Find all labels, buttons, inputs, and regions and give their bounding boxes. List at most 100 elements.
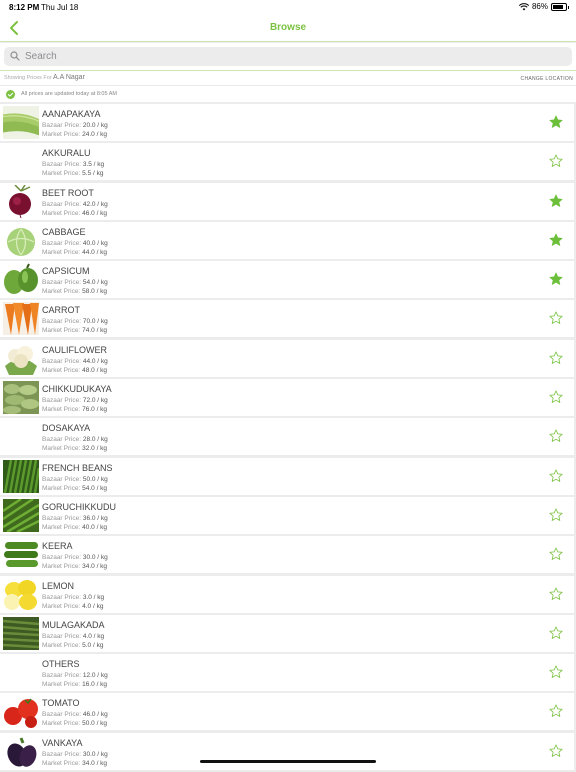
market-price: Market Price: 4.0 / kg	[42, 603, 103, 610]
bazaar-price-label: Bazaar Price:	[42, 475, 82, 483]
star-outline-icon[interactable]	[549, 704, 563, 718]
cabbage-image	[3, 223, 39, 257]
drumstick-image	[3, 616, 39, 650]
cauliflower-image	[3, 341, 39, 375]
bazaar-price: Bazaar Price: 72.0 / kg	[42, 397, 108, 404]
market-price: Market Price: 48.0 / kg	[42, 367, 107, 374]
item-name: CAULIFLOWER	[42, 344, 108, 355]
bazaar-price-label: Bazaar Price:	[42, 318, 82, 326]
tomato-image	[3, 695, 39, 729]
star-outline-icon[interactable]	[549, 665, 563, 679]
star-outline-icon[interactable]	[549, 429, 563, 443]
list-item[interactable]: DOSAKAYA Bazaar Price: 28.0 / kg Market Pr…	[0, 418, 574, 456]
list-item[interactable]: GORUCHIKKUDU Bazaar Price: 36.0 / kg Marke…	[0, 496, 574, 534]
list-item[interactable]: CHIKKUDUKAYA Bazaar Price: 72.0 / kg Marke…	[0, 379, 574, 417]
market-price-label: Market Price:	[42, 170, 81, 178]
bazaar-price-label: Bazaar Price:	[42, 632, 82, 640]
change-location-button[interactable]: CHANGE LOCATION	[521, 76, 573, 82]
item-name: VANKAYA	[42, 737, 83, 748]
market-price: Market Price: 16.0 / kg	[42, 681, 107, 688]
star-outline-icon[interactable]	[549, 351, 563, 365]
star-filled-icon[interactable]	[549, 233, 563, 247]
market-price-label: Market Price:	[42, 209, 81, 217]
status-bar: 8:12 PM Thu Jul 18 86%	[0, 0, 576, 14]
broad-beans-image	[3, 381, 39, 415]
list-item[interactable]: FRENCH BEANS Bazaar Price: 50.0 / kg Marke…	[0, 457, 574, 495]
list-item[interactable]: BEET ROOT Bazaar Price: 42.0 / kg Market P…	[0, 182, 574, 220]
status-time: 8:12 PM	[9, 3, 40, 12]
market-price: Market Price: 58.0 / kg	[42, 288, 107, 295]
search-input[interactable]	[25, 49, 564, 64]
star-outline-icon[interactable]	[549, 626, 563, 640]
bazaar-price: Bazaar Price: 36.0 / kg	[42, 515, 108, 522]
update-banner: All prices are updated today at 8:05 AM	[0, 86, 576, 102]
wifi-icon	[518, 2, 529, 10]
market-price: Market Price: 5.5 / kg	[42, 170, 103, 177]
bazaar-price-label: Bazaar Price:	[42, 436, 82, 444]
star-outline-icon[interactable]	[549, 154, 563, 168]
location-name: A.A Nagar	[53, 74, 85, 81]
star-outline-icon[interactable]	[549, 547, 563, 561]
bazaar-price-value: 72.0 / kg	[82, 397, 108, 405]
location-row: Showing Prices For A.A Nagar CHANGE LOCA…	[0, 70, 576, 85]
update-text: All prices are updated today at 8:05 AM	[21, 91, 118, 97]
list-item[interactable]: VANKAYA Bazaar Price: 30.0 / kg Market Pri…	[0, 732, 574, 770]
star-filled-icon[interactable]	[549, 115, 563, 129]
bottle-gourd-image	[3, 106, 39, 139]
list-item[interactable]: LEMON Bazaar Price: 3.0 / kg Market Price:…	[0, 575, 574, 613]
market-price-value: 74.0 / kg	[82, 327, 108, 335]
list-item[interactable]: AKKURALU Bazaar Price: 3.5 / kg Market Pri…	[0, 143, 574, 181]
bazaar-price-value: 28.0 / kg	[82, 436, 108, 444]
bazaar-price: Bazaar Price: 3.0 / kg	[42, 594, 104, 601]
bazaar-price-value: 46.0 / kg	[82, 711, 108, 719]
list-item[interactable]: CABBAGE Bazaar Price: 40.0 / kg Market Pri…	[0, 221, 574, 259]
list-item[interactable]: OTHERS Bazaar Price: 12.0 / kg Market Pric…	[0, 654, 574, 692]
status-date: Thu Jul 18	[41, 3, 79, 12]
carrot-image	[3, 302, 39, 336]
search-box[interactable]	[4, 47, 572, 66]
bazaar-price: Bazaar Price: 20.0 / kg	[42, 122, 108, 129]
star-outline-icon[interactable]	[549, 311, 563, 325]
list-item[interactable]: TOMATO Bazaar Price: 46.0 / kg Market Pric…	[0, 693, 574, 731]
bazaar-price-value: 30.0 / kg	[82, 554, 108, 562]
list-item[interactable]: MULAGAKADA Bazaar Price: 4.0 / kg Market P…	[0, 614, 574, 652]
star-filled-icon[interactable]	[549, 194, 563, 208]
star-outline-icon[interactable]	[549, 390, 563, 404]
bazaar-price-label: Bazaar Price:	[42, 357, 82, 365]
bazaar-price-label: Bazaar Price:	[42, 672, 82, 680]
item-name: BEET ROOT	[42, 187, 94, 198]
star-outline-icon[interactable]	[549, 587, 563, 601]
star-outline-icon[interactable]	[549, 508, 563, 522]
market-price-label: Market Price:	[42, 406, 81, 414]
bazaar-price: Bazaar Price: 30.0 / kg	[42, 554, 108, 561]
item-name: KEERA	[42, 541, 73, 552]
list-item[interactable]: AANAPAKAYA Bazaar Price: 20.0 / kg Market …	[0, 104, 574, 141]
star-filled-icon[interactable]	[549, 272, 563, 286]
market-price-value: 5.0 / kg	[82, 641, 104, 649]
list-item[interactable]: CAPSICUM Bazaar Price: 54.0 / kg Market Pr…	[0, 261, 574, 299]
market-price-value: 48.0 / kg	[82, 366, 108, 374]
market-price-label: Market Price:	[42, 248, 81, 256]
market-price-label: Market Price:	[42, 366, 81, 374]
vegetable-list: AANAPAKAYA Bazaar Price: 20.0 / kg Market …	[0, 104, 576, 772]
bazaar-price-label: Bazaar Price:	[42, 593, 82, 601]
market-price: Market Price: 76.0 / kg	[42, 406, 107, 413]
star-outline-icon[interactable]	[549, 744, 563, 758]
market-price-value: 44.0 / kg	[82, 248, 108, 256]
market-price-label: Market Price:	[42, 759, 81, 767]
search-icon	[10, 51, 20, 61]
market-price-label: Market Price:	[42, 484, 81, 492]
bazaar-price-value: 30.0 / kg	[82, 750, 108, 758]
bazaar-price: Bazaar Price: 4.0 / kg	[42, 633, 104, 640]
star-outline-icon[interactable]	[549, 469, 563, 483]
market-price-label: Market Price:	[42, 445, 81, 453]
item-name: AKKURALU	[42, 148, 91, 159]
bazaar-price-value: 4.0 / kg	[82, 632, 105, 640]
market-price-value: 4.0 / kg	[82, 602, 104, 610]
list-item[interactable]: CARROT Bazaar Price: 70.0 / kg Market Pric…	[0, 300, 574, 338]
market-price: Market Price: 34.0 / kg	[42, 760, 107, 767]
bazaar-price-value: 44.0 / kg	[82, 357, 108, 365]
list-item[interactable]: KEERA Bazaar Price: 30.0 / kg Market Price…	[0, 536, 574, 574]
bazaar-price-value: 70.0 / kg	[82, 318, 108, 326]
list-item[interactable]: CAULIFLOWER Bazaar Price: 44.0 / kg Market…	[0, 339, 574, 377]
